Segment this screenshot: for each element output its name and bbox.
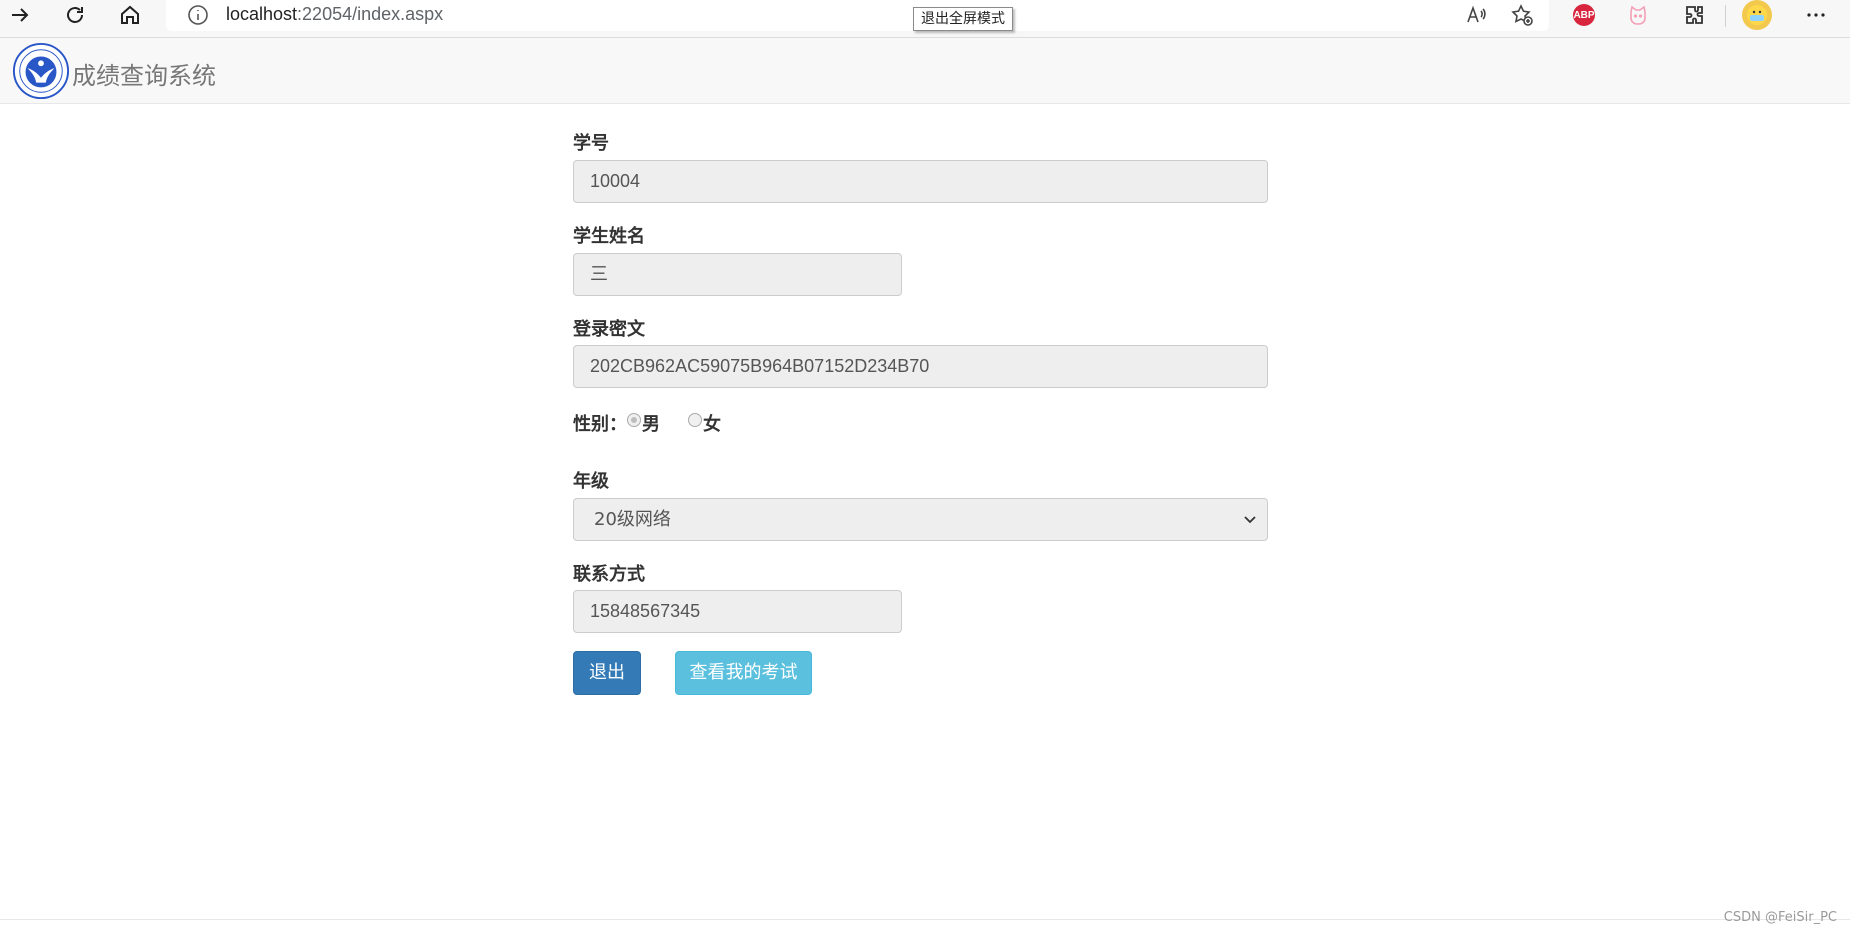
gender-female-label[interactable]: 女 xyxy=(703,410,721,436)
avatar xyxy=(1742,0,1772,30)
student-name-field[interactable]: 三 xyxy=(573,253,902,296)
student-id-field[interactable]: 10004 xyxy=(573,160,1268,203)
cat-extension-icon[interactable] xyxy=(1618,0,1658,30)
forward-icon[interactable] xyxy=(0,0,40,30)
fullscreen-tooltip: 退出全屏模式 xyxy=(913,7,1013,31)
brand-title[interactable]: 成绩查询系统 xyxy=(72,56,216,91)
grade-label: 年级 xyxy=(573,471,609,492)
password-field[interactable]: 202CB962AC59075B964B07152D234B70 xyxy=(573,345,1268,388)
app-navbar: 成绩查询系统 xyxy=(0,38,1850,104)
contact-field[interactable]: 15848567345 xyxy=(573,590,902,633)
browser-toolbar: localhost:22054/index.aspx 退出全屏模式 ABP xyxy=(0,0,1850,38)
profile-icon[interactable] xyxy=(1737,0,1777,30)
read-aloud-icon[interactable] xyxy=(1456,0,1496,30)
contact-label: 联系方式 xyxy=(573,564,645,585)
school-logo-icon[interactable] xyxy=(12,42,70,100)
address-bar[interactable]: localhost:22054/index.aspx xyxy=(166,0,1549,31)
extensions-icon[interactable] xyxy=(1674,0,1714,30)
view-exams-button[interactable]: 查看我的考试 xyxy=(675,651,812,695)
grade-selected-value: 20级网络 xyxy=(594,509,671,530)
gender-male-radio[interactable] xyxy=(627,413,641,427)
chevron-down-icon xyxy=(1244,516,1256,524)
refresh-icon[interactable] xyxy=(55,0,95,30)
logout-button[interactable]: 退出 xyxy=(573,651,641,695)
home-icon[interactable] xyxy=(110,0,150,30)
url-text[interactable]: localhost:22054/index.aspx xyxy=(226,4,443,25)
toolbar-separator xyxy=(1725,5,1726,27)
adblock-icon[interactable]: ABP xyxy=(1564,0,1604,30)
info-icon[interactable] xyxy=(186,3,210,27)
gender-group: 性别： 男 女 xyxy=(573,410,721,436)
add-favorite-icon[interactable] xyxy=(1502,0,1542,30)
gender-female-radio[interactable] xyxy=(688,413,702,427)
grade-select[interactable]: 20级网络 xyxy=(573,498,1268,541)
password-label: 登录密文 xyxy=(573,319,645,340)
gender-label: 性别： xyxy=(573,414,627,435)
gender-male-label[interactable]: 男 xyxy=(642,410,660,436)
more-icon[interactable] xyxy=(1796,0,1836,30)
watermark: CSDN @FeiSir_PC xyxy=(1723,910,1837,925)
footer-divider xyxy=(0,919,1850,920)
student-name-label: 学生姓名 xyxy=(573,226,645,247)
student-id-label: 学号 xyxy=(573,133,609,154)
